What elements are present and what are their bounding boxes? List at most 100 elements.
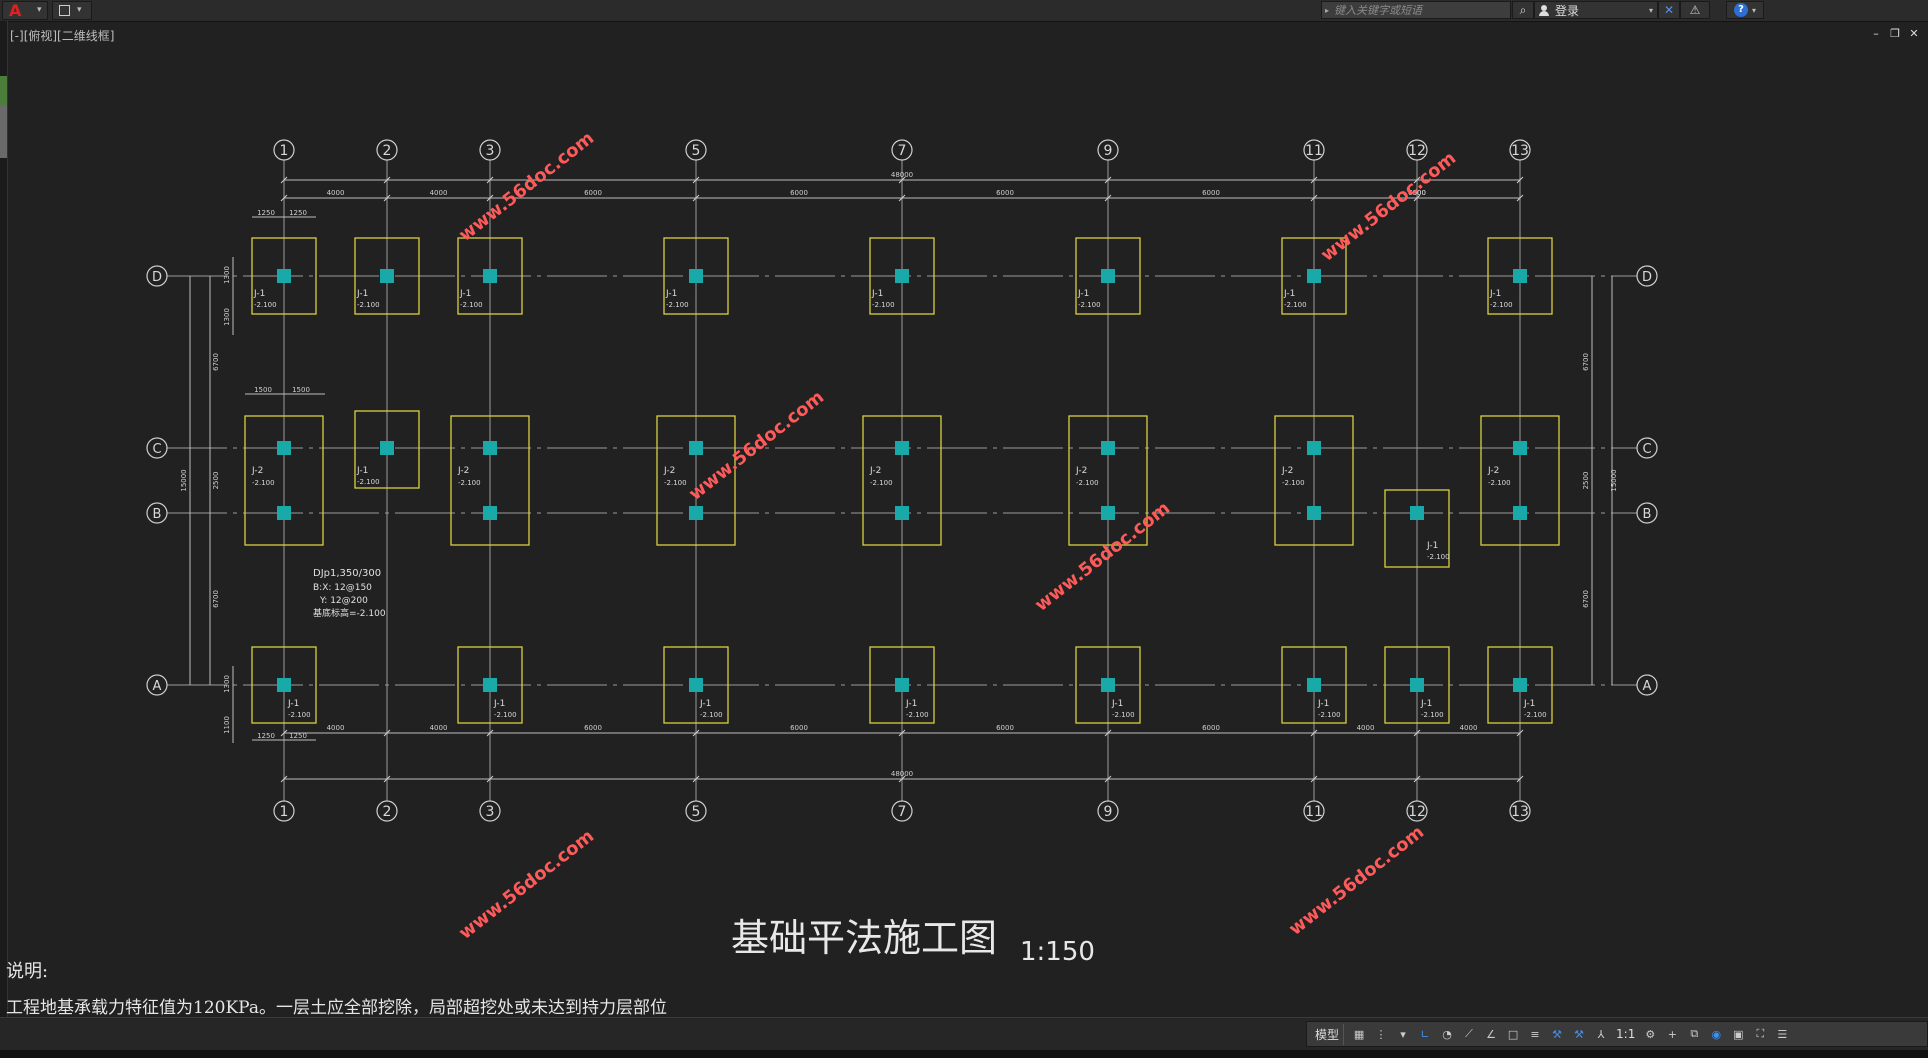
plus-icon[interactable]: + xyxy=(1665,1027,1679,1041)
a360-button[interactable]: ⚠ xyxy=(1680,1,1710,19)
isodraft-icon[interactable]: ⟋ xyxy=(1462,1027,1476,1041)
footing-label: J-1 xyxy=(1523,699,1535,709)
application-menu-button[interactable]: A ▾ xyxy=(2,1,48,20)
lineweight-icon[interactable]: ≡ xyxy=(1528,1027,1542,1041)
exchange-button[interactable]: ✕ xyxy=(1658,1,1680,19)
footing-label: J-1 xyxy=(665,289,677,299)
column xyxy=(1513,678,1527,692)
chevron-down-icon: ▾ xyxy=(37,5,42,15)
osnap-icon[interactable]: □ xyxy=(1506,1027,1520,1041)
footing-label: J-1 xyxy=(459,289,471,299)
footing-label: J-1 xyxy=(356,289,368,299)
column xyxy=(277,441,291,455)
axis-label-bottom: 5 xyxy=(692,804,701,820)
isolate-objects-icon[interactable]: ◉ xyxy=(1709,1027,1723,1041)
axis-label-top: 1 xyxy=(280,143,289,159)
dimension-text: 6000 xyxy=(996,724,1014,732)
footing-label: J-2 xyxy=(663,466,675,476)
axis-label-top: 5 xyxy=(692,143,701,159)
dimension-text: 6700 xyxy=(1582,590,1590,608)
polar-icon[interactable]: ◔ xyxy=(1440,1027,1454,1041)
object-tracking-icon[interactable]: ∠ xyxy=(1484,1027,1498,1041)
footing-label: J-1 xyxy=(871,289,883,299)
chevron-down-icon[interactable]: ▾ xyxy=(1396,1027,1410,1041)
document-icon xyxy=(59,5,70,16)
dimension-text: 6000 xyxy=(1202,724,1220,732)
search-input[interactable] xyxy=(1332,3,1510,17)
footing-label: J-1 xyxy=(1283,289,1295,299)
footing-label: J-2 xyxy=(1075,466,1087,476)
exchange-icon: ✕ xyxy=(1663,3,1675,17)
status-toolbar: 模型 ▦ ⋮ ▾ ∟ ◔ ⟋ ∠ □ ≡ ⚒ ⚒ ⅄ 1:1 ⚙ + ⧉ ◉ ▣… xyxy=(1306,1021,1928,1047)
dimension-text: 1100 xyxy=(223,716,231,734)
help-button[interactable]: ? ▾ xyxy=(1726,1,1764,19)
axis-label-top: 3 xyxy=(486,143,495,159)
column xyxy=(1307,441,1321,455)
axis-label-bottom: 1 xyxy=(280,804,289,820)
dimension-text: 6700 xyxy=(212,590,220,608)
model-tab[interactable]: 模型 xyxy=(1311,1023,1345,1045)
footing-elev: -2.100 xyxy=(357,301,380,309)
row-label-right: B xyxy=(1643,507,1652,522)
snap-icon[interactable]: ⋮ xyxy=(1374,1027,1388,1041)
annotation-scale-icon[interactable]: ⅄ xyxy=(1594,1027,1608,1041)
dimension-text: 48000 xyxy=(891,171,913,179)
dimension-text: 4000 xyxy=(327,724,345,732)
detail-line2: B:X: 12@150 xyxy=(313,583,372,593)
row-label-left: D xyxy=(152,270,162,285)
menu-icon[interactable]: ☰ xyxy=(1775,1027,1789,1041)
column xyxy=(277,269,291,283)
workspace-icon[interactable]: ⧉ xyxy=(1687,1027,1701,1041)
autocad-logo-icon: A xyxy=(9,1,22,20)
watermark-text: www.56doc.com xyxy=(455,826,598,944)
hardware-acceleration-icon[interactable]: ▣ xyxy=(1731,1027,1745,1041)
footing-elev: -2.100 xyxy=(1421,711,1444,719)
drawing-canvas[interactable]: 48000 48000 4000 4000 6000 6000 6000 6000 6000 40… xyxy=(0,21,1928,1021)
footing-label: J-1 xyxy=(287,699,299,709)
grid-lines xyxy=(167,160,1637,801)
row-label-left: C xyxy=(152,442,161,457)
axis-label-top: 7 xyxy=(898,143,907,159)
quick-access-toolbar-button[interactable]: ▾ xyxy=(52,1,92,20)
clean-screen-icon[interactable]: ⛶ xyxy=(1753,1027,1767,1041)
row-label-left: A xyxy=(153,679,162,694)
expand-arrow-icon[interactable]: ▸ xyxy=(1322,6,1332,15)
axis-label-bottom: 13 xyxy=(1511,804,1529,820)
dimension-text: 1250 xyxy=(257,732,275,740)
grid-icon[interactable]: ▦ xyxy=(1352,1027,1366,1041)
dimension-text: 2500 xyxy=(1582,472,1590,490)
gear-icon[interactable]: ⚙ xyxy=(1643,1027,1657,1041)
watermark-text: www.56doc.com xyxy=(1317,148,1460,266)
search-button[interactable]: ⌕ xyxy=(1512,1,1534,19)
footing-elev: -2.100 xyxy=(357,478,380,486)
footing-label: J-1 xyxy=(1426,541,1438,551)
chevron-down-icon: ▾ xyxy=(1751,5,1756,15)
login-button[interactable]: 登录 ▾ xyxy=(1534,1,1658,19)
dimension-text: 4000 xyxy=(430,724,448,732)
footing-elev: -2.100 xyxy=(1318,711,1341,719)
search-box[interactable]: ▸ xyxy=(1321,1,1511,19)
watermark-text: www.56doc.com xyxy=(1285,822,1428,940)
column xyxy=(689,678,703,692)
footing-elev: -2.100 xyxy=(1282,479,1305,487)
footing-elev: -2.100 xyxy=(252,479,275,487)
footing-elev: -2.100 xyxy=(664,479,687,487)
auto-scale-icon[interactable]: ⚒ xyxy=(1572,1027,1586,1041)
column xyxy=(1307,678,1321,692)
footing-elev: -2.100 xyxy=(1112,711,1135,719)
footing-label: J-1 xyxy=(1489,289,1501,299)
bottom-strip xyxy=(0,1050,1928,1058)
dimension-text: 15000 xyxy=(1610,469,1618,491)
column xyxy=(1307,506,1321,520)
binoculars-icon: ⌕ xyxy=(1519,2,1527,17)
footing-label: J-1 xyxy=(356,466,368,476)
annotation-visibility-icon[interactable]: ⚒ xyxy=(1550,1027,1564,1041)
dimension-text: 1300 xyxy=(223,675,231,693)
column xyxy=(689,506,703,520)
footing-elev: -2.100 xyxy=(1284,301,1307,309)
dimension-text: 4000 xyxy=(327,189,345,197)
row-label-right: A xyxy=(1643,679,1652,694)
annotation-scale[interactable]: 1:1 xyxy=(1616,1027,1635,1041)
ortho-icon[interactable]: ∟ xyxy=(1418,1027,1432,1041)
a360-icon: ⚠ xyxy=(1689,3,1701,17)
